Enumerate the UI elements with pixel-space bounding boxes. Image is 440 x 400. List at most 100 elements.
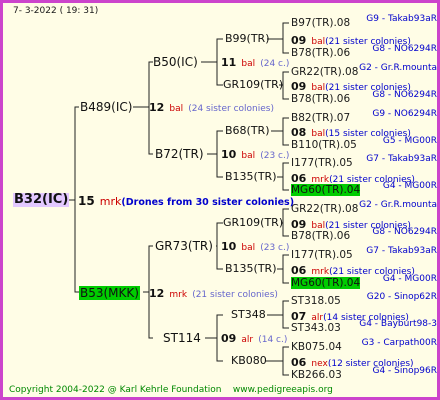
gen4-queen-id[interactable]: I177(TR).05 bbox=[291, 157, 353, 169]
sire-gen-note: (24 sister colonies) bbox=[188, 104, 274, 114]
copyright-text: Copyright 2004-2022 @ Karl Kehrle Founda… bbox=[9, 385, 222, 395]
gen4-queen-id[interactable]: B78(TR).06 bbox=[291, 47, 350, 59]
ds-generation-info: 10 bal (23 c.) bbox=[221, 239, 289, 254]
gen4-gen-count: 06 bbox=[291, 264, 307, 277]
gen4-generation-info: 07 alr(14 sister colonies) bbox=[291, 309, 409, 324]
sd-queen[interactable]: B72(TR) bbox=[155, 148, 204, 160]
gen4-gen-kind: alr bbox=[311, 313, 324, 323]
sire-generation-info: 12 bal (24 sister colonies) bbox=[149, 100, 274, 115]
ss-queen[interactable]: B50(IC) bbox=[153, 56, 198, 68]
gen4-gen-count: 06 bbox=[291, 172, 307, 185]
ss-gen-kind: bal bbox=[241, 59, 256, 69]
gen4-queen-id[interactable]: KB266.03 bbox=[291, 369, 342, 381]
gen4-generation-info: 09 bal(21 sister colonies) bbox=[291, 33, 411, 48]
ds-queen[interactable]: GR73(TR) bbox=[155, 240, 213, 252]
gen4-gen-note: (21 sister colonies) bbox=[329, 267, 415, 277]
dam-gen-note: (21 sister colonies) bbox=[192, 290, 278, 300]
sds-queen[interactable]: B68(TR) bbox=[225, 125, 270, 137]
gen4-gen-count: 09 bbox=[291, 80, 307, 93]
gen4-gen-kind: bal bbox=[311, 83, 326, 93]
dd-generation-info: 09 alr (14 c.) bbox=[221, 331, 287, 346]
dd-gen-kind: alr bbox=[241, 335, 254, 345]
gen4-generation-info: 06 mrk(21 sister colonies) bbox=[291, 263, 415, 278]
sire-queen[interactable]: B489(IC) bbox=[80, 101, 132, 113]
gen4-gen-note: (21 sister colonies) bbox=[325, 221, 411, 231]
sss-queen[interactable]: B99(TR) bbox=[225, 33, 270, 45]
dd-gen-note: (14 c.) bbox=[258, 335, 288, 345]
dsd-queen[interactable]: B135(TR) bbox=[225, 263, 277, 275]
gen4-generation-info: 08 bal(15 sister colonies) bbox=[291, 125, 411, 140]
dam-queen[interactable]: B53(MKK) bbox=[79, 286, 140, 300]
gen4-queen-info: G2 - Gr.R.mounta bbox=[359, 200, 437, 210]
ss-generation-info: 11 bal (24 c.) bbox=[221, 55, 289, 70]
gen4-queen-info: G3 - Carpath00R bbox=[361, 338, 437, 348]
sdd-queen[interactable]: B135(TR) bbox=[225, 171, 277, 183]
ds-gen-note: (23 c.) bbox=[260, 243, 290, 253]
gen4-queen-id[interactable]: B82(TR).07 bbox=[291, 112, 350, 124]
dd-queen[interactable]: ST114 bbox=[163, 332, 201, 344]
gen4-gen-count: 09 bbox=[291, 218, 307, 231]
gen4-queen-id[interactable]: B78(TR).06 bbox=[291, 93, 350, 105]
sire-gen-kind: bal bbox=[169, 104, 184, 114]
pedigree-frame: 7- 3-2022 ( 19: 31) B32(IC) 15 mrk(Drone… bbox=[0, 0, 440, 400]
gen4-queen-info: G9 - Takab93aR bbox=[366, 14, 437, 24]
root-gen-note: (Drones from 30 sister colonies) bbox=[121, 197, 295, 208]
gen4-queen-id[interactable]: B97(TR).08 bbox=[291, 17, 350, 29]
ds-gen-count: 10 bbox=[221, 240, 237, 253]
root-gen-kind: mrk bbox=[99, 195, 122, 208]
gen4-queen-info: G7 - Takab93aR bbox=[366, 154, 437, 164]
gen4-queen-info: G20 - Sinop62R bbox=[366, 292, 437, 302]
gen4-queen-info: G7 - Takab93aR bbox=[366, 246, 437, 256]
gen4-gen-kind: bal bbox=[311, 129, 326, 139]
root-queen[interactable]: B32(IC) bbox=[13, 193, 70, 207]
sd-gen-kind: bal bbox=[241, 151, 256, 161]
dam-gen-count: 12 bbox=[149, 287, 165, 300]
gen4-gen-note: (21 sister colonies) bbox=[325, 83, 411, 93]
root-gen-count: 15 bbox=[78, 194, 95, 208]
gen4-gen-note: (21 sister colonies) bbox=[329, 175, 415, 185]
site-link[interactable]: www.pedigreeapis.org bbox=[233, 385, 333, 395]
gen4-gen-count: 06 bbox=[291, 356, 307, 369]
gen4-queen-id[interactable]: GR22(TR).08 bbox=[291, 66, 358, 78]
gen4-gen-count: 08 bbox=[291, 126, 307, 139]
gen4-gen-note: (21 sister colonies) bbox=[325, 37, 411, 47]
ddd-queen[interactable]: KB080 bbox=[231, 355, 267, 367]
gen4-generation-info: 09 bal(21 sister colonies) bbox=[291, 79, 411, 94]
dd-gen-count: 09 bbox=[221, 332, 237, 345]
gen4-queen-id[interactable]: I177(TR).05 bbox=[291, 249, 353, 261]
sd-gen-note: (23 c.) bbox=[260, 151, 290, 161]
gen4-queen-id[interactable]: MG60(TR).04 bbox=[291, 277, 361, 289]
gen4-queen-id[interactable]: GR22(TR).08 bbox=[291, 203, 358, 215]
gen4-generation-info: 06 nex(12 sister colonies) bbox=[291, 355, 414, 370]
gen4-gen-count: 07 bbox=[291, 310, 307, 323]
gen4-queen-id[interactable]: ST318.05 bbox=[291, 295, 341, 307]
gen4-queen-info: G2 - Gr.R.mounta bbox=[359, 63, 437, 73]
gen4-generation-info: 06 mrk(21 sister colonies) bbox=[291, 171, 415, 186]
gen4-gen-kind: bal bbox=[311, 37, 326, 47]
gen4-queen-id[interactable]: KB075.04 bbox=[291, 341, 342, 353]
sd-gen-count: 10 bbox=[221, 148, 237, 161]
ss-gen-count: 11 bbox=[221, 56, 237, 69]
gen4-queen-id[interactable]: B110(TR).05 bbox=[291, 139, 357, 151]
dam-generation-info: 12 mrk (21 sister colonies) bbox=[149, 286, 278, 301]
gen4-gen-kind: bal bbox=[311, 221, 326, 231]
ssd-queen[interactable]: GR109(TR) bbox=[223, 79, 283, 91]
sire-gen-count: 12 bbox=[149, 101, 165, 114]
root-generation-info: 15 mrk(Drones from 30 sister colonies) bbox=[78, 194, 294, 209]
gen4-gen-note: (12 sister colonies) bbox=[327, 359, 414, 369]
gen4-gen-count: 09 bbox=[291, 34, 307, 47]
dss-queen[interactable]: GR109(TR) bbox=[223, 217, 283, 229]
gen4-generation-info: 09 bal(21 sister colonies) bbox=[291, 217, 411, 232]
gen4-gen-kind: nex bbox=[311, 359, 328, 369]
dds-queen[interactable]: ST348 bbox=[231, 309, 266, 321]
gen4-gen-kind: mrk bbox=[311, 267, 330, 277]
ds-gen-kind: bal bbox=[241, 243, 256, 253]
footer: Copyright 2004-2022 @ Karl Kehrle Founda… bbox=[9, 385, 333, 395]
sd-generation-info: 10 bal (23 c.) bbox=[221, 147, 289, 162]
gen4-queen-info: G9 - NO6294R bbox=[372, 109, 437, 119]
gen4-gen-note: (14 sister colonies) bbox=[323, 313, 409, 323]
gen4-gen-note: (15 sister colonies) bbox=[325, 129, 411, 139]
dam-gen-kind: mrk bbox=[169, 290, 188, 300]
gen4-gen-kind: mrk bbox=[311, 175, 330, 185]
ss-gen-note: (24 c.) bbox=[260, 59, 290, 69]
